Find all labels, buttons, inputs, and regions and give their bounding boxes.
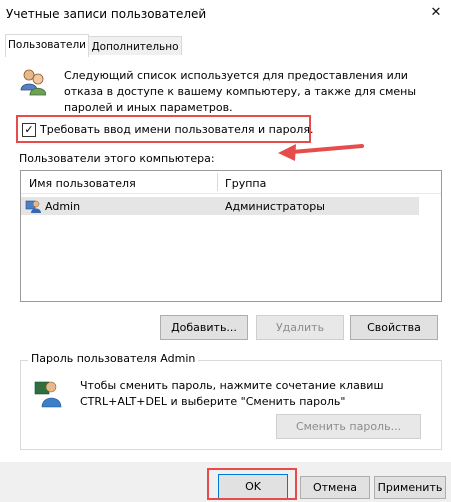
checkbox-highlight	[16, 115, 311, 143]
window-title: Учетные записи пользователей	[6, 7, 207, 21]
tab-advanced[interactable]: Дополнительно	[88, 36, 182, 57]
column-header-username[interactable]: Имя пользователя	[29, 177, 136, 190]
user-icon	[25, 200, 41, 213]
password-instructions-line2: CTRL+ALT+DEL и выберите "Сменить пароль"	[80, 395, 346, 408]
close-icon: ✕	[430, 5, 442, 20]
title-bar: Учетные записи пользователей ✕	[0, 0, 451, 30]
tab-users-label: Пользователи	[8, 39, 86, 51]
add-button[interactable]: Добавить...	[160, 315, 248, 340]
apply-button[interactable]: Применить	[374, 476, 446, 499]
table-row[interactable]: Admin Администраторы	[21, 197, 419, 215]
change-password-button[interactable]: Сменить пароль...	[276, 414, 421, 439]
users-listview[interactable]: Имя пользователя Группа Admin Администра…	[20, 170, 442, 302]
user-name-cell: Admin	[45, 200, 81, 213]
password-instructions: Чтобы сменить пароль, нажмите сочетание …	[80, 378, 384, 410]
column-separator[interactable]	[217, 173, 218, 191]
user-group-cell: Администраторы	[225, 200, 325, 213]
users-list-label: Пользователи этого компьютера:	[19, 152, 215, 165]
description-text: Следующий список используется для предос…	[64, 69, 417, 114]
tab-advanced-label: Дополнительно	[91, 41, 179, 53]
users-icon	[20, 69, 46, 96]
cancel-button[interactable]: Отмена	[300, 476, 370, 499]
close-button[interactable]: ✕	[425, 2, 447, 24]
password-instructions-line1: Чтобы сменить пароль, нажмите сочетание …	[80, 379, 384, 392]
admin-user-icon	[34, 381, 62, 408]
tab-users[interactable]: Пользователи	[5, 34, 89, 57]
remove-button[interactable]: Удалить	[256, 315, 344, 340]
listview-header: Имя пользователя Группа	[21, 171, 441, 194]
properties-button[interactable]: Свойства	[350, 315, 438, 340]
column-header-group[interactable]: Группа	[225, 177, 266, 190]
red-arrow-icon	[278, 144, 364, 161]
password-group-title: Пароль пользователя Admin	[28, 352, 199, 365]
ok-highlight	[207, 468, 297, 500]
